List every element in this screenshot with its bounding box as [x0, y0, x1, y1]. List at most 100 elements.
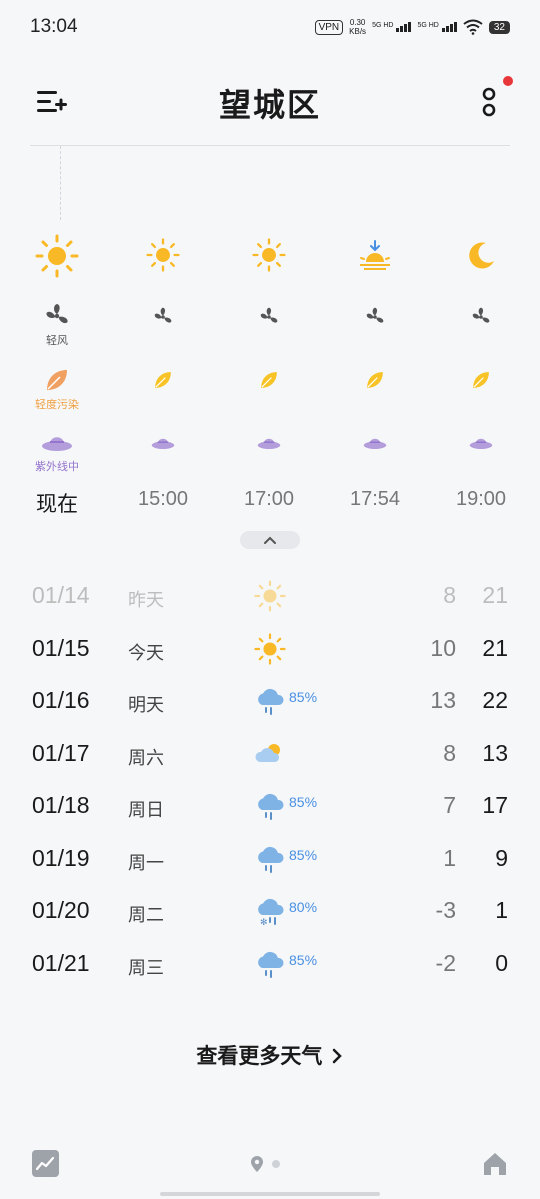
signal-label-2: 5G HD [417, 22, 439, 29]
daily-date: 01/21 [32, 950, 90, 976]
daily-row[interactable]: 01/14 昨天 8 21 [0, 570, 540, 622]
fan-icon [472, 307, 490, 323]
hourly-air-cell [110, 369, 216, 391]
daily-row[interactable]: 01/18 周日 85% 7 17 [0, 780, 540, 832]
daily-row[interactable]: 01/15 今天 10 21 [0, 623, 540, 675]
daily-row[interactable]: 01/21 周三 85% -2 0 [0, 938, 540, 990]
sun-hat-icon [363, 438, 387, 449]
collapse-handle[interactable] [240, 531, 300, 549]
status-icons: VPN 0.30 KB/s 5G HD 5G HD 32 [314, 18, 510, 36]
hourly-column-now[interactable]: 轻风 轻度污染 紫外线中 [4, 146, 110, 526]
hourly-column[interactable] [428, 146, 534, 526]
daily-high-temp: 17 [482, 792, 508, 818]
precip-chance: 85% [289, 847, 318, 863]
hourly-wind-cell [428, 306, 534, 328]
daily-row[interactable]: 01/20 周二 ✻ 80% -3 1 [0, 885, 540, 937]
fan-icon [46, 304, 68, 324]
daily-day-name: 昨天 [128, 590, 164, 611]
signal-icon-1: 5G HD [372, 22, 412, 32]
wifi-icon [463, 19, 483, 35]
hour-label: 17:54 [349, 488, 401, 510]
moon-icon [469, 242, 494, 269]
daily-date: 01/19 [32, 845, 90, 871]
daily-date: 01/18 [32, 792, 90, 818]
hour-label-now: 现在 [36, 492, 78, 516]
vpn-badge: VPN [314, 19, 344, 35]
hourly-wind-cell [322, 306, 428, 328]
hourly-uv-cell [322, 433, 428, 453]
daily-day-name: 周一 [128, 853, 164, 874]
hourly-air-cell [322, 369, 428, 391]
daily-high-temp: 21 [482, 635, 508, 661]
header: 望城区 [0, 70, 540, 134]
daily-date: 01/15 [32, 635, 90, 661]
air-quality-label: 轻度污染 [35, 398, 79, 411]
sun-icon [35, 234, 79, 278]
daily-high-temp: 0 [495, 950, 508, 976]
hourly-wind-cell: 轻风 [4, 302, 110, 348]
partly-cloudy-icon [255, 744, 280, 762]
rain-icon [258, 793, 284, 820]
hour-label: 19:00 [455, 488, 507, 510]
hourly-weather-cell [4, 234, 110, 278]
hourly-wind-cell [216, 306, 322, 328]
leaf-icon [155, 372, 171, 388]
leaf-icon [367, 372, 383, 388]
sun-hat-icon [469, 438, 493, 449]
hour-label: 17:00 [243, 488, 295, 510]
status-time: 13:04 [30, 16, 78, 37]
daily-low-temp: -2 [435, 950, 456, 976]
daily-day-name: 周二 [128, 905, 164, 926]
hourly-weather-cell [216, 238, 322, 272]
sun-icon [254, 580, 286, 612]
sun-hat-icon [257, 438, 281, 449]
home-icon[interactable] [481, 1150, 509, 1178]
leaf-icon [473, 372, 489, 388]
daily-date: 01/14 [32, 582, 90, 608]
hourly-column[interactable] [216, 146, 322, 526]
sun-hat-icon [151, 438, 175, 449]
daily-high-temp: 22 [482, 687, 508, 713]
city-title[interactable]: 望城区 [0, 80, 540, 126]
daily-row[interactable]: 01/17 周六 8 13 [0, 728, 540, 780]
hourly-weather-cell [110, 238, 216, 272]
hourly-air-cell: 轻度污染 [4, 366, 110, 412]
hourly-forecast[interactable]: 轻风 轻度污染 紫外线中 现在 15:00 17:00 17:54 19:00 [0, 146, 540, 526]
hour-label: 15:00 [137, 488, 189, 510]
leaf-icon [261, 372, 277, 388]
daily-low-temp: 1 [443, 845, 456, 871]
sleet-icon: ✻ [258, 898, 284, 927]
network-speed-value: 0.30 [349, 18, 366, 27]
hourly-uv-cell: 紫外线中 [4, 430, 110, 474]
wind-label: 轻风 [46, 334, 68, 347]
home-indicator [160, 1192, 380, 1196]
daily-day-name: 周三 [128, 958, 164, 979]
fan-icon [366, 307, 384, 323]
daily-high-temp: 1 [495, 897, 508, 923]
leaf-icon [47, 370, 67, 390]
precip-chance: 80% [289, 899, 318, 915]
notification-badge [503, 76, 513, 86]
daily-date: 01/17 [32, 740, 90, 766]
daily-low-temp: 7 [443, 792, 456, 818]
network-speed: 0.30 KB/s [349, 18, 366, 36]
daily-day-name: 周六 [128, 748, 164, 769]
daily-high-temp: 13 [482, 740, 508, 766]
more-options-icon[interactable] [478, 84, 502, 120]
daily-row[interactable]: 01/19 周一 85% 1 9 [0, 833, 540, 885]
page-indicator [250, 1155, 280, 1173]
rain-icon [258, 688, 284, 715]
daily-row[interactable]: 01/16 明天 85% 13 22 [0, 675, 540, 727]
hourly-column[interactable] [322, 146, 428, 526]
trend-chart-icon[interactable] [32, 1150, 59, 1177]
more-weather-link[interactable]: 查看更多天气 [0, 1040, 540, 1070]
network-speed-unit: KB/s [349, 27, 367, 36]
fan-icon [154, 307, 172, 323]
daily-date: 01/16 [32, 687, 90, 713]
daily-day-name: 明天 [128, 695, 164, 716]
location-pin-icon [251, 1156, 263, 1172]
fan-icon [260, 307, 278, 323]
hourly-uv-cell [216, 433, 322, 453]
daily-high-temp: 21 [482, 582, 508, 608]
hourly-column[interactable] [110, 146, 216, 526]
